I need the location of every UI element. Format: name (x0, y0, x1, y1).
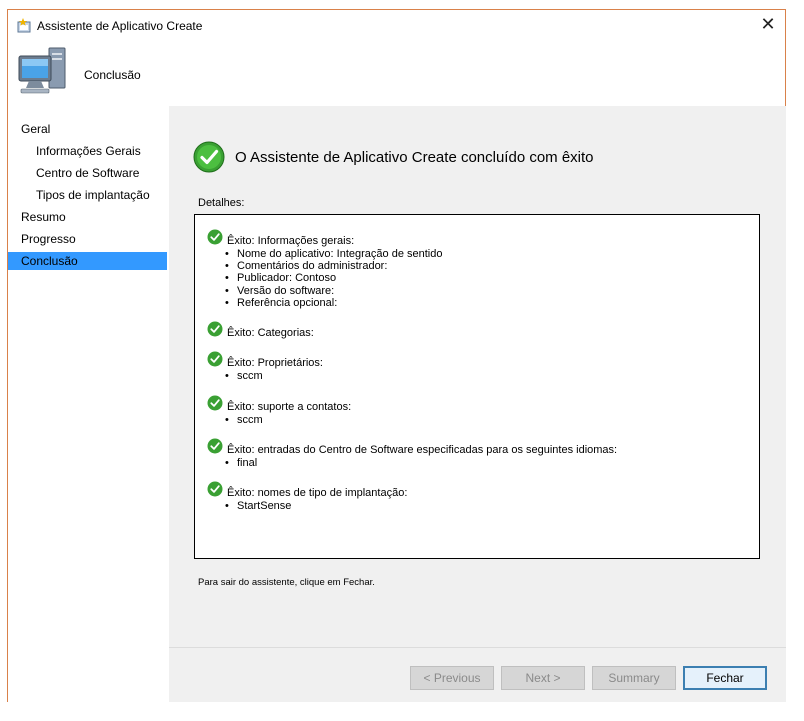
success-check-icon (207, 395, 223, 411)
nav-item-resumo[interactable]: Resumo (8, 208, 167, 226)
success-check-icon (207, 481, 223, 497)
next-button[interactable]: Next > (501, 666, 585, 690)
detail-item: Comentários do administrador: (225, 260, 442, 272)
wizard-header: Conclusão (8, 42, 785, 106)
page-title: Conclusão (84, 68, 141, 82)
close-button[interactable]: Fechar (683, 666, 767, 690)
detail-entry-title: Êxito: Proprietários: (227, 357, 323, 369)
nav-item-informacoes-gerais[interactable]: Informações Gerais (8, 142, 167, 160)
detail-item: Versão do software: (225, 285, 442, 297)
detail-item: Publicador: Contoso (225, 272, 442, 284)
summary-button[interactable]: Summary (592, 666, 676, 690)
nav-item-tipos-de-implantacao[interactable]: Tipos de implantação (8, 186, 167, 204)
detail-list: sccm (225, 414, 263, 426)
completion-headline: O Assistente de Aplicativo Create conclu… (235, 149, 594, 166)
app-wizard-icon (17, 18, 31, 33)
footer-divider (169, 647, 786, 648)
detail-list: Nome do aplicativo: Integração de sentid… (225, 248, 442, 309)
detail-list: final (225, 457, 257, 469)
close-icon: ✕ (760, 14, 776, 34)
wizard-steps-nav: Geral Informações Gerais Centro de Softw… (8, 106, 169, 702)
detail-entry-title: Êxito: Informações gerais: (227, 235, 355, 247)
close-window-button[interactable]: ✕ (751, 10, 785, 40)
detail-item: sccm (225, 414, 263, 426)
detail-item: Referência opcional: (225, 297, 442, 309)
success-check-icon (193, 141, 225, 173)
exit-hint: Para sair do assistente, clique em Fecha… (198, 577, 375, 588)
detail-entry-title: Êxito: nomes de tipo de implantação: (227, 487, 408, 499)
main-content: O Assistente de Aplicativo Create conclu… (169, 106, 786, 702)
title-bar: Assistente de Aplicativo Create ✕ (8, 10, 785, 42)
success-check-icon (207, 229, 223, 245)
detail-entry-title: Êxito: suporte a contatos: (227, 401, 352, 413)
wizard-window: Assistente de Aplicativo Create ✕ Conclu… (7, 9, 786, 702)
detail-list: sccm (225, 370, 263, 382)
nav-item-geral[interactable]: Geral (8, 120, 167, 138)
nav-item-centro-de-software[interactable]: Centro de Software (8, 164, 167, 182)
detail-entry-title: Êxito: entradas do Centro de Software es… (227, 444, 618, 456)
detail-item: final (225, 457, 257, 469)
nav-item-conclusao[interactable]: Conclusão (8, 252, 167, 270)
detail-item: Nome do aplicativo: Integração de sentid… (225, 248, 442, 260)
success-check-icon (207, 438, 223, 454)
window-title: Assistente de Aplicativo Create (37, 19, 203, 33)
success-check-icon (207, 321, 223, 337)
success-check-icon (207, 351, 223, 367)
previous-button[interactable]: < Previous (410, 666, 494, 690)
computer-icon (18, 47, 66, 94)
detail-item: sccm (225, 370, 263, 382)
details-label: Detalhes: (198, 197, 245, 209)
details-box: Êxito: Informações gerais: Nome do aplic… (194, 214, 760, 559)
detail-list: StartSense (225, 500, 291, 512)
detail-entry-title: Êxito: Categorias: (227, 327, 314, 339)
detail-item: StartSense (225, 500, 291, 512)
nav-item-progresso[interactable]: Progresso (8, 230, 167, 248)
